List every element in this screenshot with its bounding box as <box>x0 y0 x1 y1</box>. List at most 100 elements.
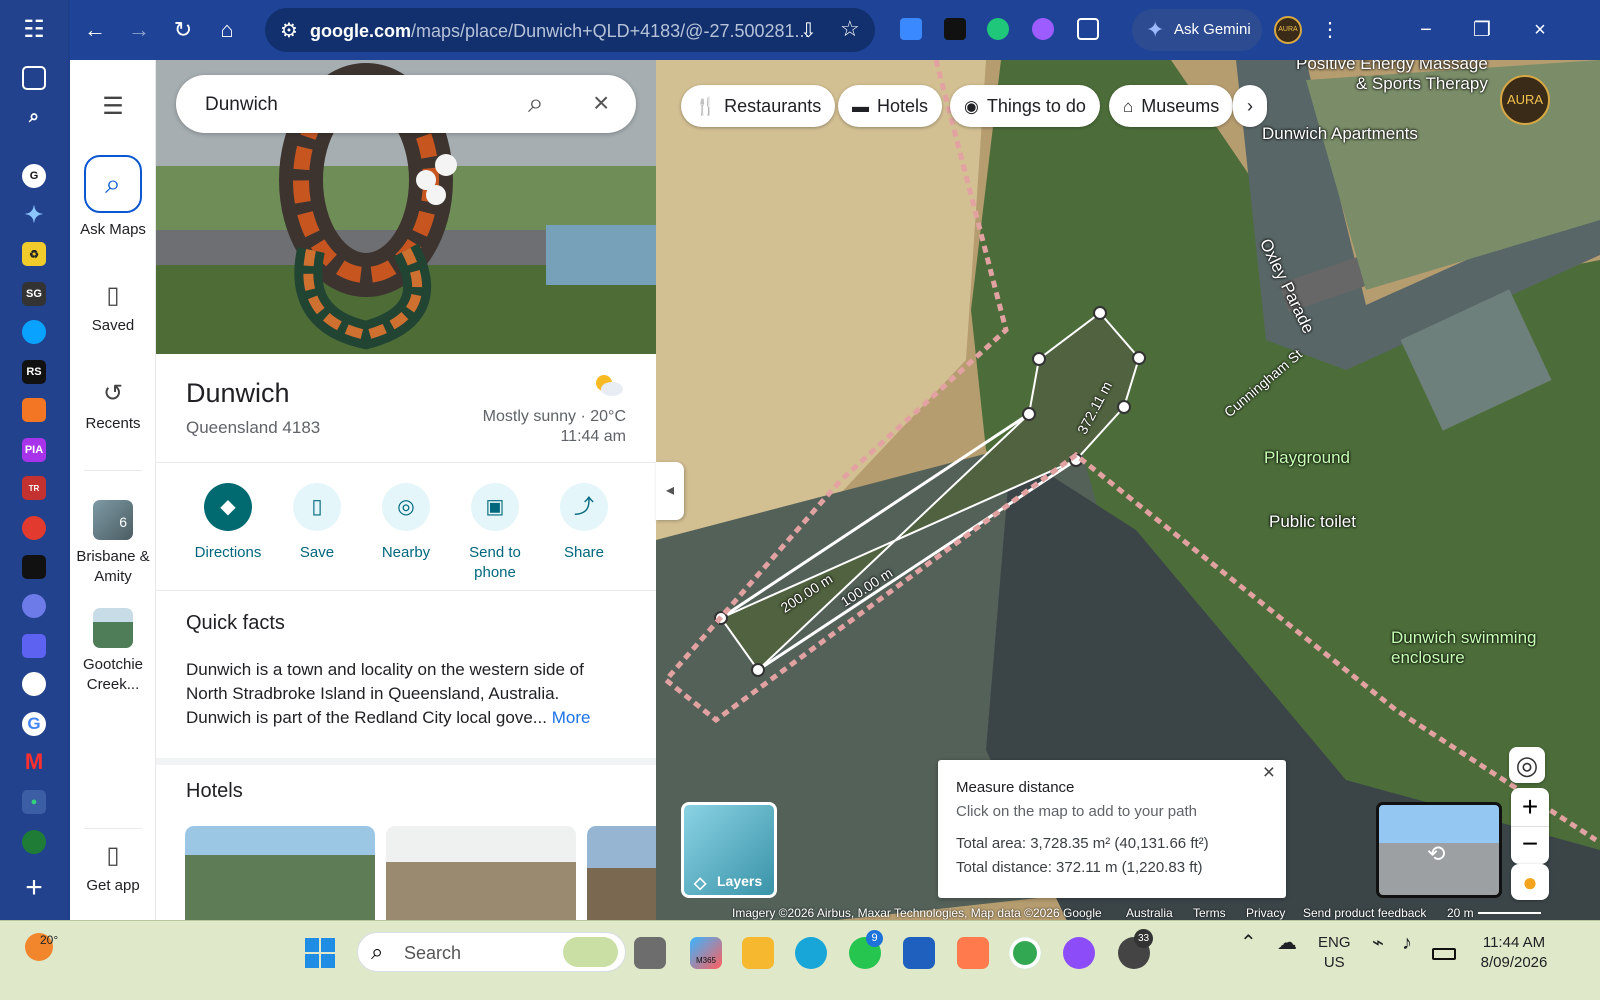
powershell-icon[interactable] <box>903 937 935 969</box>
satellite-map[interactable]: 🍴 Restaurants ▬ Hotels ◉ Things to do ⌂ Muse… <box>656 60 1600 940</box>
layers-button[interactable]: Layers ◇ <box>681 802 777 898</box>
clock[interactable]: 11:44 AM 8/09/2026 <box>1473 933 1555 973</box>
history-icon: ↺ <box>102 380 124 407</box>
my-location-button[interactable]: ◎ <box>1509 747 1545 783</box>
save-button[interactable]: ▯ Save <box>272 483 362 563</box>
whatsapp-icon[interactable]: 9 <box>849 930 883 969</box>
taskbar-search[interactable]: ⌕ Search <box>357 932 626 972</box>
home-icon[interactable]: ⌂ <box>212 15 242 45</box>
earth-app-icon[interactable] <box>22 830 46 854</box>
playground-label[interactable]: Playground <box>1264 448 1350 468</box>
chrome-menu-icon[interactable]: ⋮ <box>1312 12 1348 48</box>
main-menu-button[interactable]: ☰ <box>70 93 156 128</box>
extension-x-icon[interactable] <box>944 18 966 40</box>
globe-app-icon[interactable] <box>22 594 46 618</box>
chip-museums[interactable]: ⌂ Museums <box>1109 85 1234 127</box>
search-icon[interactable]: ⌕ <box>528 87 544 120</box>
forward-icon[interactable]: → <box>124 15 154 45</box>
dunwich-apartments-label[interactable]: Dunwich Apartments <box>1262 124 1418 144</box>
briefcase-app-icon[interactable] <box>22 398 46 422</box>
chip-hotels[interactable]: ▬ Hotels <box>838 85 943 127</box>
send-to-phone-button[interactable]: ▣ Send to phone <box>450 483 540 583</box>
close-window-icon[interactable]: × <box>1522 12 1558 48</box>
grid-icon[interactable] <box>22 66 46 90</box>
extensions-puzzle-icon[interactable] <box>1077 18 1099 40</box>
task-view-icon[interactable] <box>634 937 666 969</box>
massage-business-label[interactable]: Positive Energy Massage & Sports Therapy <box>1296 60 1488 94</box>
windows-start-icon[interactable] <box>305 938 335 968</box>
mcafee-icon[interactable]: M <box>22 749 46 774</box>
chip-things-to-do[interactable]: ◉ Things to do <box>950 85 1100 127</box>
google-icon[interactable]: G <box>22 712 46 736</box>
zoom-out-button[interactable]: − <box>1511 826 1549 864</box>
volume-icon[interactable]: ♪ <box>1402 933 1412 953</box>
dark-app-icon[interactable] <box>22 555 46 579</box>
close-measure-icon[interactable]: × <box>1263 761 1275 785</box>
cloud-icon[interactable]: ☁ <box>1277 933 1297 953</box>
maps-pin-icon[interactable]: ● <box>22 790 46 814</box>
profile-badge[interactable]: AURA <box>1500 75 1550 125</box>
extension-blue-icon[interactable] <box>900 18 922 40</box>
recycle-icon[interactable]: ♻ <box>22 242 46 266</box>
pia-app-icon[interactable]: PIA <box>22 438 46 462</box>
edge-app-icon[interactable] <box>22 320 46 344</box>
white-app-icon[interactable] <box>22 672 46 696</box>
recent-place-brisbane[interactable]: 6 Brisbane & Amity <box>70 500 156 587</box>
bookmark-star-icon[interactable]: ☆ <box>840 16 860 42</box>
pegman-button[interactable]: ● <box>1511 864 1549 900</box>
ask-gemini-button[interactable]: ✦ Ask Gemini <box>1132 9 1262 51</box>
language-indicator[interactable]: ENG US <box>1318 933 1351 973</box>
minimize-icon[interactable]: − <box>1408 12 1444 48</box>
github-icon[interactable]: G <box>22 164 46 188</box>
search-list-icon[interactable]: ⌕ <box>22 104 46 128</box>
extension-camera-icon[interactable] <box>987 18 1009 40</box>
rs-app-icon[interactable]: RS <box>22 360 46 384</box>
square-app-icon[interactable] <box>22 634 46 658</box>
sg-app-icon[interactable]: SG <box>22 282 46 306</box>
public-toilet-label[interactable]: Public toilet <box>1269 512 1356 532</box>
search-input[interactable]: Dunwich <box>205 94 278 116</box>
more-link[interactable]: More <box>552 708 591 727</box>
chip-restaurants[interactable]: 🍴 Restaurants <box>681 85 836 127</box>
extension-purple-icon[interactable] <box>1032 18 1054 40</box>
search-box[interactable]: Dunwich ⌕ × <box>176 75 636 133</box>
microsoft-365-icon[interactable]: M365 <box>690 937 722 969</box>
back-icon[interactable]: ← <box>80 15 110 45</box>
snipping-tool-icon[interactable] <box>957 937 989 969</box>
chatgpt-icon[interactable]: 33 <box>1118 929 1153 969</box>
recents-button[interactable]: ↺ Recents <box>70 380 156 432</box>
zoom-in-button[interactable]: + <box>1511 788 1549 826</box>
url-text: google.com/maps/place/Dunwich+QLD+4183/@… <box>310 21 810 41</box>
saved-button[interactable]: ▯ Saved <box>70 282 156 334</box>
nearby-button[interactable]: ◎ Nearby <box>361 483 451 563</box>
get-app-button[interactable]: ▯ Get app <box>70 842 156 894</box>
camera-app-icon[interactable] <box>22 516 46 540</box>
show-hidden-icons[interactable]: ⌃ <box>1240 933 1257 953</box>
add-icon[interactable]: + <box>22 871 46 904</box>
collapse-panel-button[interactable]: ◂ <box>656 462 684 520</box>
profile-avatar[interactable]: AURA <box>1274 16 1302 44</box>
next-chips-button[interactable]: › <box>1233 85 1267 127</box>
battery-icon[interactable] <box>1432 948 1456 960</box>
file-explorer-icon[interactable] <box>742 937 774 969</box>
restore-icon[interactable]: ❐ <box>1464 12 1500 48</box>
reload-icon[interactable]: ↻ <box>168 15 198 45</box>
directions-button[interactable]: ◆ Directions <box>183 483 273 563</box>
purple-app-icon[interactable] <box>1063 937 1095 969</box>
sparkle-icon[interactable]: ✦ <box>22 202 46 227</box>
wifi-icon[interactable]: ⌁ <box>1372 933 1384 953</box>
address-bar[interactable]: ⚙ google.com/maps/place/Dunwich+QLD+4183… <box>265 8 875 52</box>
site-settings-icon[interactable]: ⚙ <box>280 18 298 43</box>
chrome-icon[interactable] <box>1009 937 1041 969</box>
ask-maps-button[interactable]: ⌕ <box>84 155 142 213</box>
sidebar-toggle-icon[interactable]: ☷ <box>20 18 48 42</box>
clear-search-icon[interactable]: × <box>593 87 609 119</box>
share-button[interactable]: ⤴ Share <box>539 483 629 563</box>
trans-app-icon[interactable]: TR <box>22 476 46 500</box>
install-icon[interactable]: ⇩ <box>800 18 817 43</box>
swimming-enclosure-label[interactable]: Dunwich swimming enclosure <box>1391 628 1536 668</box>
edge-icon[interactable] <box>795 937 827 969</box>
place-photo[interactable]: Dunwich ⌕ × <box>156 60 656 354</box>
street-view-thumbnail[interactable]: ⟲ <box>1376 802 1502 898</box>
recent-place-gootchie[interactable]: Gootchie Creek... <box>70 608 156 695</box>
